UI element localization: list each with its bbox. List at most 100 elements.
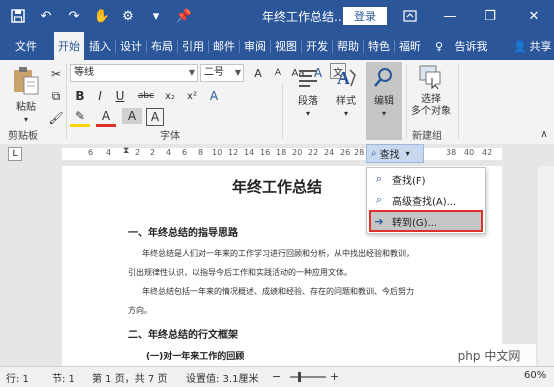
tell-me-search[interactable]: 告诉我 (448, 32, 494, 60)
cut-icon[interactable]: ✂ (46, 64, 66, 84)
subscript-button[interactable]: x₂ (160, 86, 180, 106)
ruler-tick: 18 (276, 148, 287, 157)
find-label: 查找 (379, 150, 400, 161)
text-effects-button[interactable]: A (204, 86, 224, 106)
tab-view[interactable]: 视图 (272, 32, 300, 60)
zoom-in-icon[interactable]: + (330, 370, 339, 383)
select-objects-icon (419, 65, 441, 90)
styles-button[interactable]: A 样式 ▾ (328, 66, 364, 120)
tab-design[interactable]: 设计 (117, 32, 145, 60)
tab-layout[interactable]: 布局 (148, 32, 176, 60)
zoom-slider[interactable] (290, 376, 326, 378)
highlight-button[interactable]: ✎ (70, 108, 90, 127)
paragraph-text: 年终总结是人们对一年来的工作学习进行回顾和分析，从中找出经验和教训， (142, 249, 414, 258)
strikethrough-button[interactable]: abc (136, 86, 156, 106)
editing-button[interactable]: 编辑 ▾ (366, 62, 402, 140)
tab-separator (177, 40, 178, 53)
ribbon-options-icon[interactable] (400, 6, 420, 26)
customize-icon[interactable]: ⚙ (118, 6, 138, 26)
underline-button[interactable]: U (110, 86, 130, 106)
paragraph-icon (299, 70, 317, 87)
tab-foxit[interactable]: 福昕 (396, 32, 424, 60)
tab-separator (301, 40, 302, 53)
tab-separator (239, 40, 240, 53)
doc-heading: 年终工作总结 (232, 178, 323, 196)
indent-marker[interactable]: ⧗ (123, 146, 129, 156)
paragraph-label: 段落 (298, 96, 318, 107)
font-color-button[interactable]: A (96, 108, 116, 127)
copy-icon[interactable]: ⧉ (46, 86, 66, 106)
minimize-icon[interactable]: — (440, 6, 460, 26)
vertical-scrollbar[interactable] (538, 166, 554, 366)
tab-selector[interactable]: L (8, 147, 22, 161)
menu-item-find[interactable]: ⌕ 查找(F) (370, 169, 482, 189)
shrink-font-button[interactable]: A (268, 63, 288, 83)
tab-references[interactable]: 引用 (179, 32, 207, 60)
save-icon[interactable] (8, 6, 28, 26)
close-icon[interactable]: ✕ (524, 6, 544, 26)
tab-file[interactable]: 文件 (6, 32, 46, 60)
tab-home[interactable]: 开始 (54, 32, 84, 60)
collapse-ribbon-icon[interactable]: ∧ (534, 124, 554, 144)
font-size-combo[interactable]: 二号 ▼ (200, 64, 244, 82)
tab-developer[interactable]: 开发 (303, 32, 331, 60)
ruler-tick: 24 (324, 148, 335, 157)
watermark-logo: php 中文网 (442, 344, 536, 366)
undo-icon[interactable]: ↶ (36, 6, 56, 26)
touch-mode-icon[interactable]: ✋ (92, 6, 112, 26)
ruler-tick: 2 (135, 148, 141, 157)
ruler-tick: 4 (166, 148, 172, 157)
restore-icon[interactable]: ❐ (480, 6, 500, 26)
ruler-tick: 6 (182, 148, 188, 157)
paragraph-button[interactable]: 段落 ▾ (290, 66, 326, 120)
tab-review[interactable]: 审阅 (241, 32, 269, 60)
styles-label: 样式 (336, 96, 356, 107)
bold-button[interactable]: B (70, 86, 90, 106)
lightbulb-icon[interactable]: ♀ (432, 32, 446, 60)
tab-help[interactable]: 帮助 (334, 32, 362, 60)
tab-separator (208, 40, 209, 53)
paragraph-text: 引出规律性认识，以指导今后工作和实践活动的一种应用文体。 (128, 268, 352, 277)
pin-icon[interactable]: 📌 (174, 6, 194, 26)
new-group-label: 新建组 (412, 131, 442, 142)
status-line: 行: 1 (6, 374, 29, 385)
chevron-down-icon: ▼ (234, 68, 241, 77)
login-button[interactable]: 登录 (343, 7, 387, 25)
tab-insert[interactable]: 插入 (86, 32, 114, 60)
more-icon[interactable]: ▾ (146, 6, 166, 26)
char-border-button[interactable]: A (146, 108, 164, 126)
zoom-slider-thumb[interactable] (298, 372, 301, 382)
status-page[interactable]: 第 1 页，共 7 页 (92, 370, 167, 385)
select-multiple-objects-button[interactable]: 选择 多个对象 (408, 64, 454, 118)
ruler-tick: 12 (228, 148, 239, 157)
find-button[interactable]: ⌕ 查找 ▾ (366, 144, 424, 163)
group-separator (282, 84, 283, 138)
char-shading-button[interactable]: A (122, 108, 142, 124)
tab-separator (270, 40, 271, 53)
menu-item-label: 转到(G)... (392, 217, 438, 229)
horizontal-ruler[interactable]: 6 4 2 ⧗ 2 4 6 8 10 12 14 16 18 20 22 24 … (62, 146, 502, 160)
menu-item-go-to[interactable]: ➔ 转到(G)... (369, 210, 483, 232)
zoom-level[interactable]: 60% (524, 370, 546, 381)
format-painter-icon[interactable]: 🖌 (46, 108, 66, 128)
italic-button[interactable]: I (90, 86, 110, 106)
tab-mailings[interactable]: 邮件 (210, 32, 238, 60)
zoom-out-icon[interactable]: − (272, 370, 281, 383)
section-heading: 二、年终总结的行文框架 (128, 330, 238, 341)
grow-font-button[interactable]: A (248, 63, 268, 83)
ruler-tick: 20 (292, 148, 303, 157)
share-icon[interactable]: 👤 (513, 32, 527, 60)
paragraph-text: 年终总结包括一年来的情况概述、成绩和经验、存在的问题和教训、今后努力 (142, 287, 414, 296)
search-icon: ⌕ (375, 172, 383, 185)
tab-special[interactable]: 特色 (365, 32, 393, 60)
menu-item-advanced-find[interactable]: ⌕ 高级查找(A)... (370, 190, 482, 210)
font-name-combo[interactable]: 等线 ▼ (70, 64, 198, 82)
share-button[interactable]: 共享 (527, 32, 554, 60)
redo-icon[interactable]: ↷ (64, 6, 84, 26)
search-icon: ⌕ (371, 148, 377, 159)
title-bar: ↶ ↷ ✋ ⚙ ▾ 📌 年终工作总结... 登录 — ❐ ✕ (0, 0, 554, 32)
superscript-button[interactable]: x² (182, 86, 202, 106)
search-icon: ⌕ (375, 193, 383, 206)
paste-button[interactable]: 粘贴 ▾ (4, 64, 48, 126)
find-dropdown-menu: ⌕ 查找(F) ⌕ 高级查找(A)... ➔ 转到(G)... (366, 167, 486, 234)
